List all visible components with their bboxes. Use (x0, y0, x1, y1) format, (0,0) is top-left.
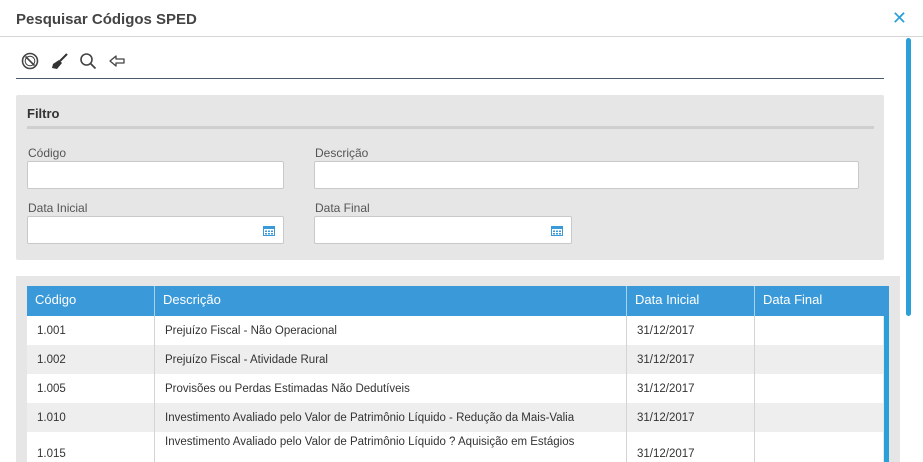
filter-title: Filtro (27, 106, 60, 121)
descricao-input[interactable] (314, 161, 859, 189)
column-header-data-inicial[interactable]: Data Inicial (627, 286, 755, 316)
cell-codigo: 1.005 (27, 374, 155, 403)
cell-data-final (755, 432, 883, 462)
toolbar (16, 44, 884, 79)
column-header-descricao[interactable]: Descrição (155, 286, 627, 316)
cell-descricao: Investimento Avaliado pelo Valor de Patr… (155, 403, 627, 432)
cell-codigo: 1.015 (27, 432, 155, 462)
column-header-data-final[interactable]: Data Final (755, 286, 889, 316)
back-button[interactable] (108, 52, 128, 72)
cell-data-inicial-text: 31/12/2017 (637, 325, 695, 337)
results-table: Código Descrição Data Inicial Data Final… (27, 286, 889, 462)
cell-data-final-text (765, 345, 883, 354)
cell-data-inicial: 31/12/2017 (627, 374, 755, 403)
cell-codigo-text: 1.005 (37, 383, 66, 395)
table-row[interactable]: 1.015 Investimento Avaliado pelo Valor d… (27, 432, 883, 462)
data-inicial-input[interactable] (27, 216, 284, 244)
dialog-title: Pesquisar Códigos SPED (16, 11, 197, 28)
cell-data-final (755, 374, 883, 403)
cell-descricao-text: Investimento Avaliado pelo Valor de Patr… (165, 436, 575, 448)
cell-data-inicial-text: 31/12/2017 (637, 412, 695, 424)
cell-codigo-text: 1.015 (37, 448, 66, 460)
cell-codigo-text: 1.010 (37, 412, 66, 424)
table-header: Código Descrição Data Inicial Data Final (27, 286, 889, 316)
data-final-label: Data Final (315, 201, 370, 215)
close-icon[interactable]: ✕ (892, 9, 907, 27)
descricao-label: Descrição (315, 146, 369, 160)
table-row[interactable]: 1.005 Provisões ou Perdas Estimadas Não … (27, 374, 883, 403)
table-row[interactable]: 1.010 Investimento Avaliado pelo Valor d… (27, 403, 883, 432)
filter-panel: Filtro Código Descrição Data Inicial Dat… (16, 95, 884, 260)
data-inicial-label: Data Inicial (28, 201, 88, 215)
cell-data-inicial: 31/12/2017 (627, 403, 755, 432)
cell-descricao: Prejuízo Fiscal - Não Operacional (155, 316, 627, 345)
cell-data-inicial: 31/12/2017 (627, 345, 755, 374)
table-row[interactable]: 1.002 Prejuízo Fiscal - Atividade Rural … (27, 345, 883, 374)
cell-descricao-text: Provisões ou Perdas Estimadas Não Dedutí… (165, 383, 410, 395)
codigo-input[interactable] (27, 161, 284, 189)
calendar-icon[interactable] (263, 225, 275, 236)
cell-data-final-text (765, 316, 883, 325)
cell-descricao-text: Prejuízo Fiscal - Não Operacional (165, 325, 337, 337)
cell-descricao: Investimento Avaliado pelo Valor de Patr… (155, 432, 627, 462)
arrow-left-icon (109, 55, 125, 67)
prohibit-icon (21, 52, 39, 70)
cell-descricao: Provisões ou Perdas Estimadas Não Dedutí… (155, 374, 627, 403)
cell-descricao-text: Investimento Avaliado pelo Valor de Patr… (165, 412, 575, 424)
search-button[interactable] (79, 52, 99, 72)
calendar-icon[interactable] (551, 225, 563, 236)
cell-codigo-text: 1.002 (37, 354, 66, 366)
cell-data-final-text (765, 374, 883, 383)
codigo-label: Código (28, 146, 67, 160)
cell-descricao-text: Prejuízo Fiscal - Atividade Rural (165, 354, 328, 366)
cell-data-final (755, 403, 883, 432)
cell-data-inicial-text: 31/12/2017 (637, 354, 695, 366)
cell-codigo: 1.001 (27, 316, 155, 345)
cell-data-inicial-text: 31/12/2017 (637, 383, 695, 395)
dialog-titlebar: Pesquisar Códigos SPED ✕ (0, 0, 923, 37)
column-header-codigo[interactable]: Código (27, 286, 155, 316)
cell-data-inicial-text: 31/12/2017 (637, 448, 695, 460)
magnifier-icon (80, 53, 97, 70)
cell-data-final (755, 316, 883, 345)
broom-icon (52, 53, 68, 69)
cancel-button[interactable] (21, 52, 41, 72)
cell-data-final-text (765, 432, 883, 441)
results-panel: Código Descrição Data Inicial Data Final… (16, 276, 900, 462)
clear-button[interactable] (51, 52, 71, 72)
cell-data-final (755, 345, 883, 374)
dialog-scrollbar[interactable] (906, 38, 911, 316)
table-scrollbar[interactable] (884, 316, 889, 462)
cell-data-inicial: 31/12/2017 (627, 316, 755, 345)
cell-codigo-text: 1.001 (37, 325, 66, 337)
cell-codigo: 1.010 (27, 403, 155, 432)
cell-descricao: Prejuízo Fiscal - Atividade Rural (155, 345, 627, 374)
data-final-input[interactable] (314, 216, 572, 244)
cell-codigo: 1.002 (27, 345, 155, 374)
filter-divider (27, 126, 874, 129)
cell-data-inicial: 31/12/2017 (627, 432, 755, 462)
cell-data-final-text (765, 403, 883, 412)
table-row[interactable]: 1.001 Prejuízo Fiscal - Não Operacional … (27, 316, 883, 345)
